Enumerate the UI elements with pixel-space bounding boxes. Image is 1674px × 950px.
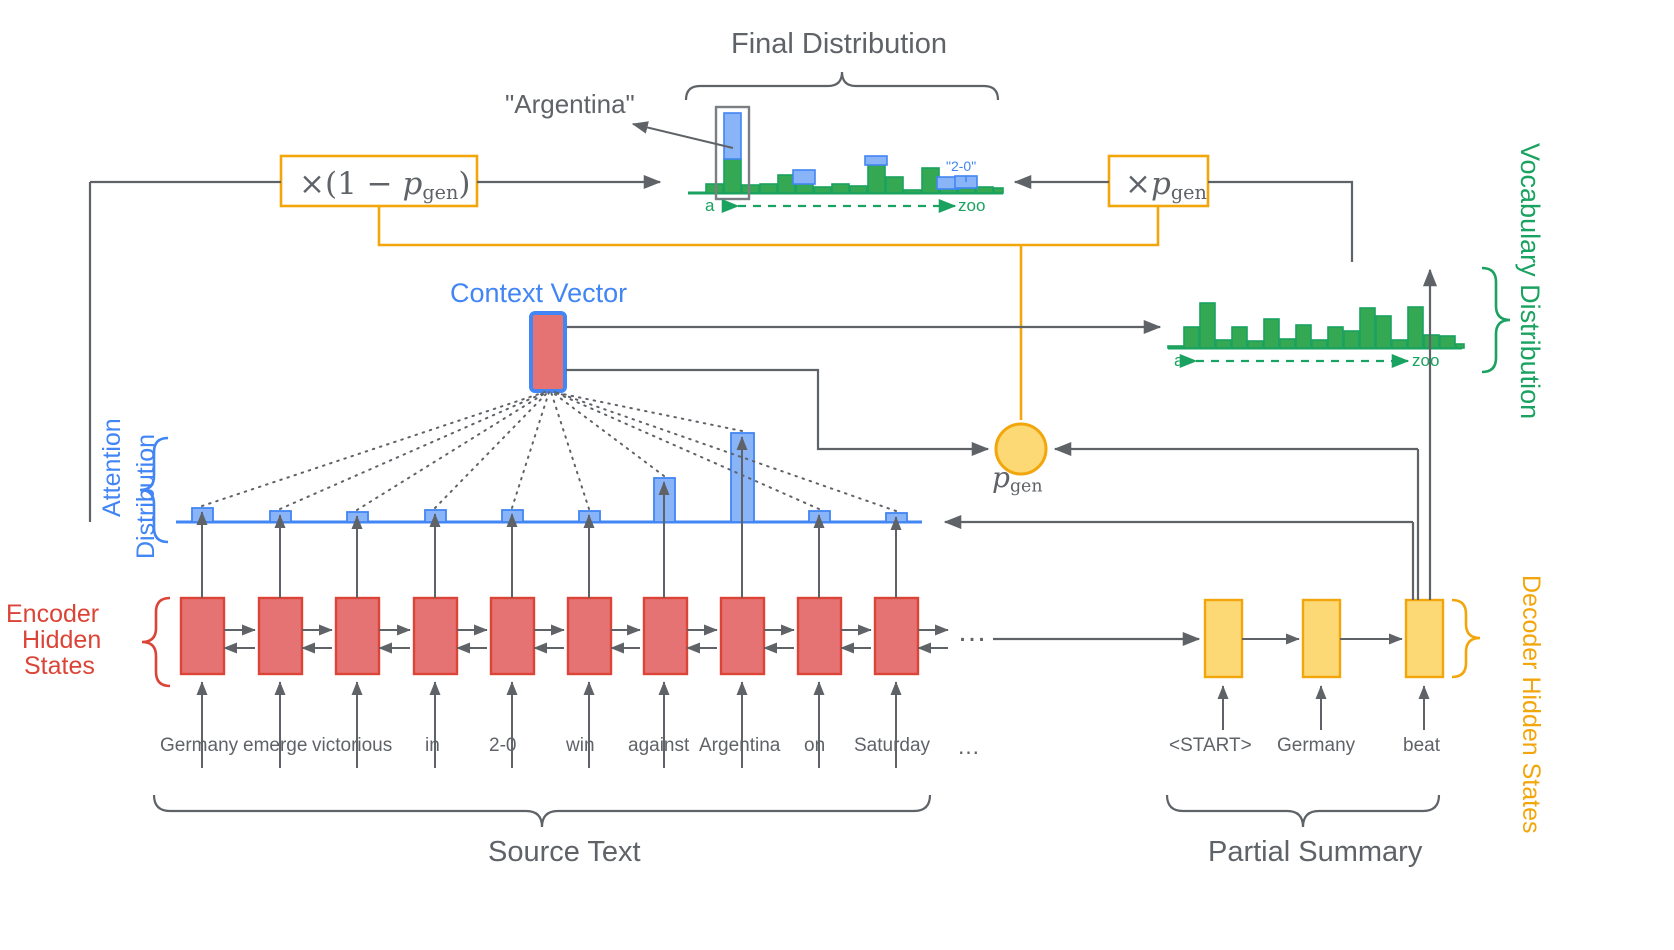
- pgen-symbol-sub: gen: [422, 180, 459, 204]
- times-prefix: ×: [1125, 166, 1151, 202]
- final-distribution-chart: [631, 71, 1004, 214]
- source-token-victorious: victorious: [312, 735, 393, 756]
- times-pgen-formula: ×pgen: [1125, 166, 1207, 204]
- source-token-argentina: Argentina: [699, 735, 781, 756]
- final-dist-axis-end: zoo: [958, 196, 986, 215]
- vocab-dist-axis-end: zoo: [1412, 351, 1440, 370]
- source-text-brace: [152, 794, 932, 828]
- context-vector-title: Context Vector: [450, 278, 628, 308]
- attention-fan-lines: [201, 391, 897, 512]
- pointer-generator-network-diagram: [88, 71, 1511, 828]
- partial-summary-title: Partial Summary: [1208, 836, 1423, 868]
- source-token-against: against: [628, 735, 690, 756]
- one-minus-pgen-suffix: ): [458, 166, 471, 202]
- pgen3-symbol-p: p: [992, 461, 1010, 494]
- final-dist-axis-start: a: [705, 196, 715, 215]
- encoder-to-attention-arrows: [196, 436, 902, 598]
- source-token-germany: Germany: [160, 735, 239, 756]
- attention-distribution-chart: [139, 391, 1413, 544]
- decoder-cells: [1203, 598, 1445, 679]
- pgen-node-label: pgen: [992, 461, 1043, 496]
- source-token-in: in: [425, 735, 440, 756]
- attention-distribution-title-line1: Attention: [98, 418, 126, 517]
- one-minus-pgen-formula: ×(1 − pgen): [299, 166, 470, 204]
- source-token-emerge: emerge: [243, 735, 308, 756]
- partial-summary-brace: [1165, 794, 1441, 828]
- source-token-ellipsis: …: [957, 733, 980, 759]
- encoder-hidden-title-line3: States: [24, 652, 95, 680]
- diagram-canvas: Final Distribution "Argentina" "2-0" a z…: [0, 0, 1674, 950]
- summary-token-start: <START>: [1169, 735, 1252, 756]
- source-token-win: win: [566, 735, 595, 756]
- decoder-hidden-states-title: Decoder Hidden States: [1517, 575, 1545, 834]
- argentina-callout-label: "Argentina": [505, 89, 635, 119]
- summary-token-germany: Germany: [1277, 735, 1356, 756]
- source-text-title: Source Text: [488, 836, 641, 868]
- encoder-hidden-title-line2: Hidden: [22, 626, 102, 654]
- pgen2-symbol-p: p: [1150, 166, 1171, 202]
- one-minus-pgen-prefix: ×(1 −: [299, 166, 403, 202]
- pgen3-symbol-sub: gen: [1009, 476, 1043, 497]
- vocab-dist-axis-start: a: [1174, 351, 1184, 370]
- source-token-saturday: Saturday: [854, 735, 931, 756]
- encoder-cells: [179, 596, 920, 676]
- encoder-hidden-title-line1: Encoder: [6, 600, 100, 628]
- summary-token-beat: beat: [1403, 735, 1440, 756]
- pgen-node: [566, 368, 1418, 476]
- source-token-2-0: 2-0: [489, 735, 517, 756]
- vocab-dist-bars: [1167, 302, 1465, 349]
- final-distribution-title: Final Distribution: [731, 28, 947, 60]
- context-vector-block: [529, 311, 567, 393]
- decoder-input-arrows: [1217, 685, 1430, 730]
- two-nil-callout-label: "2-0": [946, 158, 977, 174]
- bottom-braces: [152, 794, 1441, 828]
- attention-distribution-title-line2: Distribution: [132, 433, 160, 559]
- attention-bars: [191, 432, 908, 523]
- encoder-ellipsis: …: [957, 615, 987, 648]
- final-dist-blue-bars: [723, 112, 978, 190]
- source-token-on: on: [804, 735, 826, 756]
- vocabulary-distribution-chart: [566, 266, 1511, 374]
- pgen-symbol-p: p: [402, 166, 423, 202]
- pgen2-symbol-sub: gen: [1170, 180, 1207, 204]
- vocabulary-distribution-title: Vocabulary Distribution: [1515, 143, 1545, 420]
